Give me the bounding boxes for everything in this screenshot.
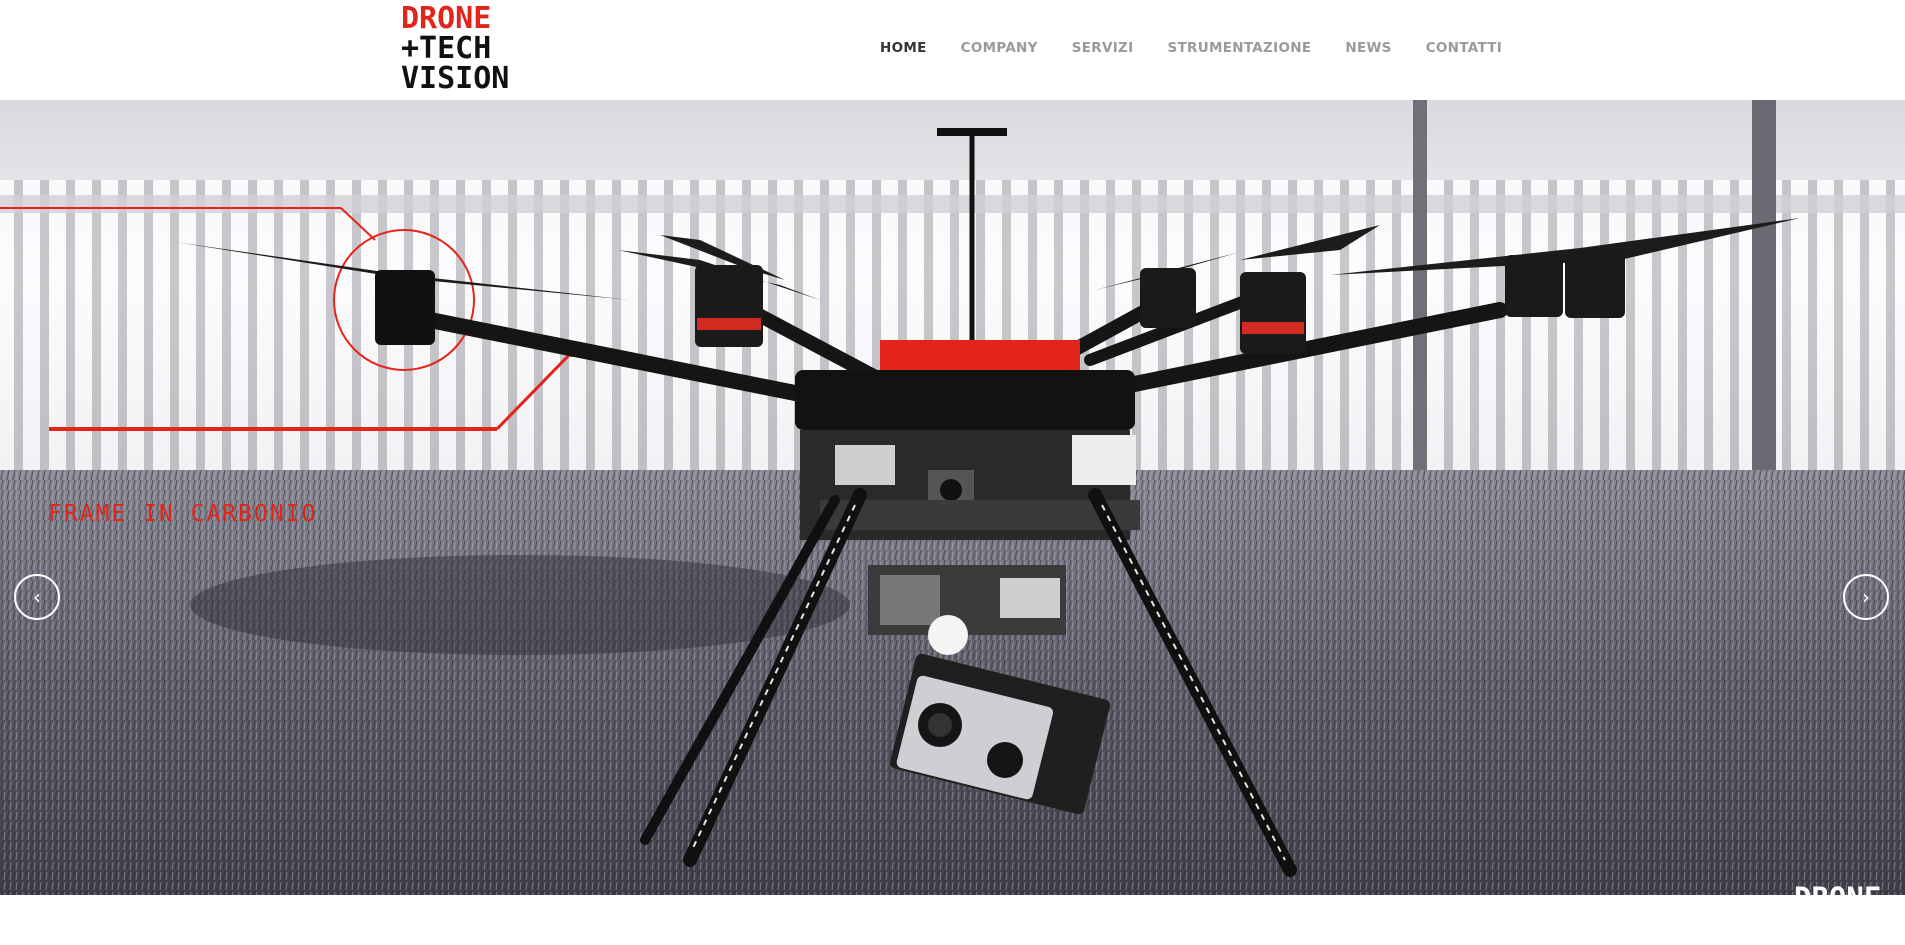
- nav-item-news[interactable]: NEWS: [1345, 40, 1391, 62]
- watermark-line-drone: DRONE: [1794, 884, 1888, 896]
- logo-line-drone: DRONE: [401, 1, 492, 36]
- slider-next-button[interactable]: ›: [1843, 574, 1889, 620]
- logo-line-vision: VISION: [401, 61, 510, 96]
- nav-item-strumentazione[interactable]: STRUMENTAZIONE: [1167, 40, 1311, 62]
- nav-item-servizi[interactable]: SERVIZI: [1072, 40, 1134, 62]
- hero-watermark-logo: DRONE +TECH VISION: [1794, 884, 1888, 896]
- hero-callout-label: FRAME IN CARBONIO: [48, 501, 318, 527]
- site-header: DRONE +TECH VISION HOME COMPANY SERVIZI …: [0, 0, 1905, 100]
- slider-prev-button[interactable]: ‹: [14, 574, 60, 620]
- chevron-right-icon: ›: [1862, 585, 1870, 609]
- chevron-left-icon: ‹: [33, 585, 41, 609]
- nav-item-contatti[interactable]: CONTATTI: [1426, 40, 1502, 62]
- nav-item-home[interactable]: HOME: [880, 40, 927, 62]
- hero-slider: FRAME IN CARBONIO ‹ › DRONE +TECH VISION: [0, 100, 1905, 895]
- site-logo[interactable]: DRONE +TECH VISION: [401, 1, 510, 96]
- hero-drone-image: [0, 100, 1905, 895]
- main-nav: HOME COMPANY SERVIZI STRUMENTAZIONE NEWS…: [880, 40, 1536, 62]
- nav-item-company[interactable]: COMPANY: [961, 40, 1038, 62]
- logo-line-tech: +TECH: [401, 31, 492, 66]
